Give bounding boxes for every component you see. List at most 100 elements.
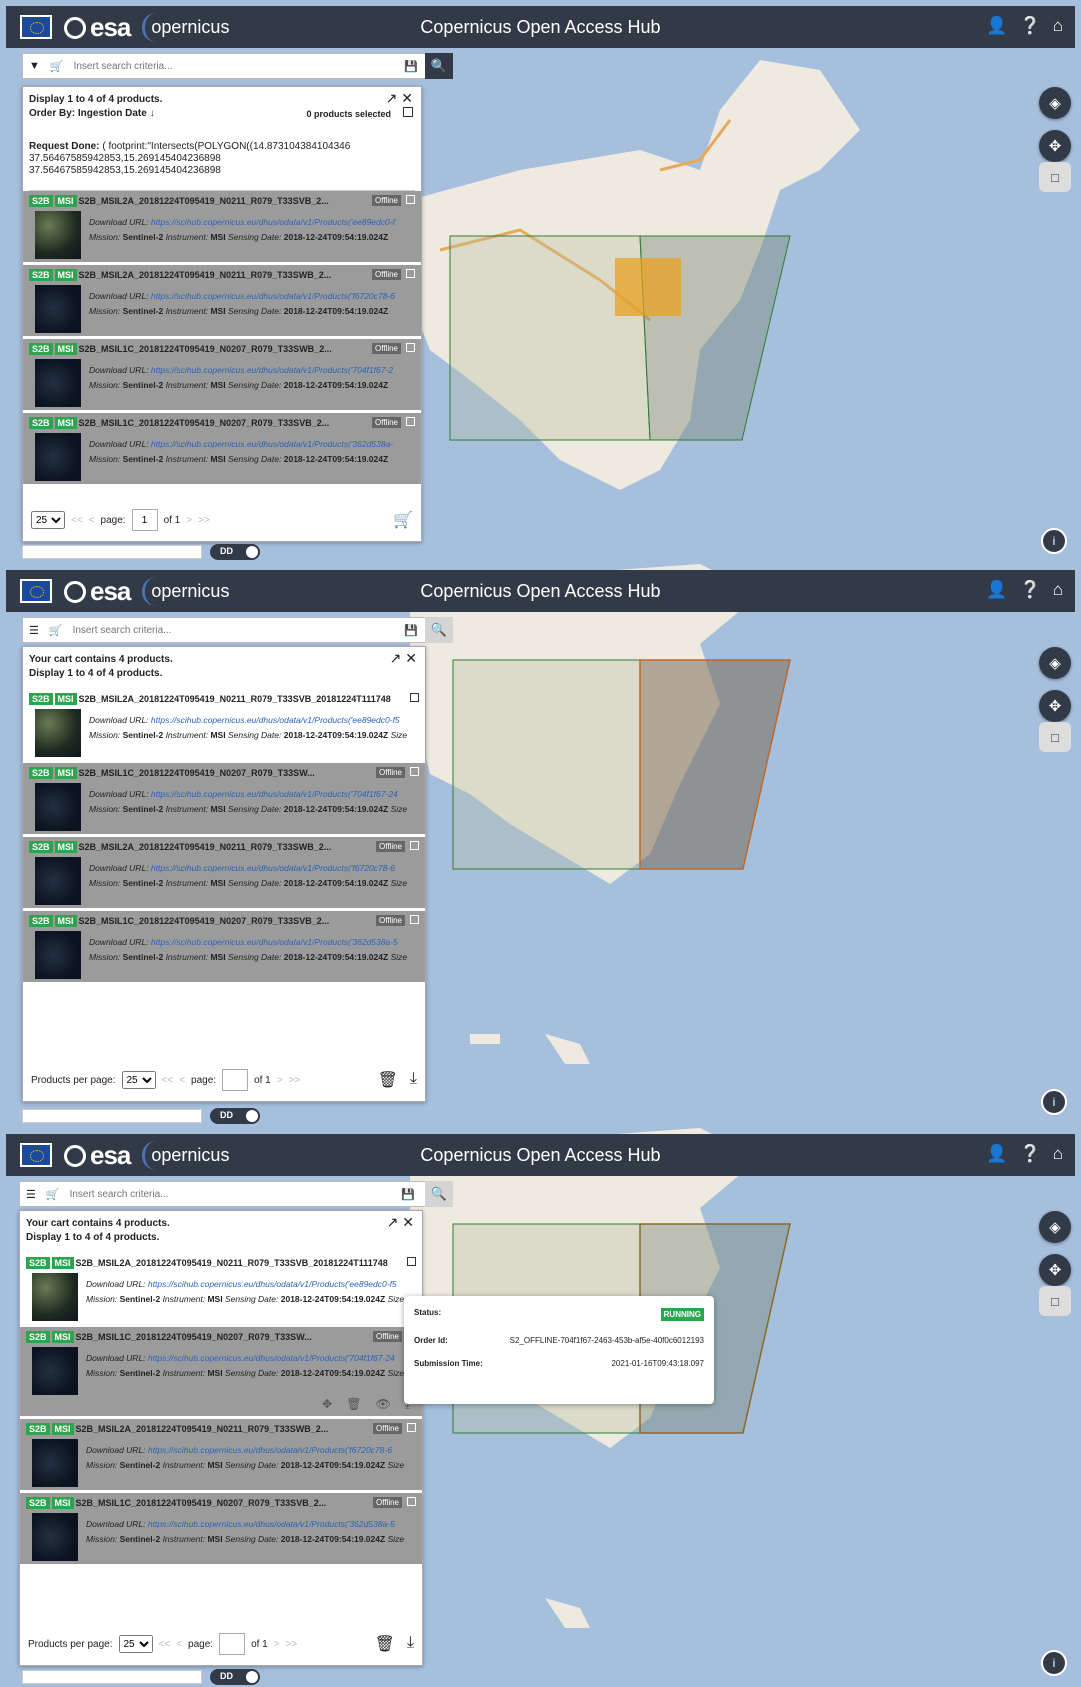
per-page-select[interactable]: 25 <box>118 1635 153 1653</box>
close-icon[interactable]: ✕ <box>402 1214 414 1230</box>
product-title[interactable]: S2B MSI S2B_MSIL2A_20181224T095419_N0211_R… <box>29 693 419 706</box>
search-button[interactable]: 🔍 <box>425 617 453 643</box>
cart-icon[interactable]: 🛒 <box>46 1188 60 1201</box>
layers-icon[interactable]: ◈ <box>1039 1211 1071 1243</box>
product-checkbox[interactable] <box>410 693 419 702</box>
save-icon[interactable]: 💾 <box>404 624 418 637</box>
product-thumbnail[interactable] <box>35 709 81 757</box>
product-title[interactable]: S2B MSI S2B_MSIL1C_20181224T095419_N0207_R… <box>26 1497 416 1510</box>
cart-icon[interactable]: 🛒 <box>50 60 64 73</box>
product-title[interactable]: S2B MSI S2B_MSIL2A_20181224T095419_N0211_R… <box>29 269 415 282</box>
move-icon[interactable]: ✥ <box>1039 130 1071 162</box>
per-page-select[interactable]: 25 <box>121 1071 156 1089</box>
search-button[interactable]: 🔍 <box>425 53 453 79</box>
trash-icon[interactable]: 🗑 <box>346 1397 361 1412</box>
product-title[interactable]: S2B MSI S2B_MSIL1C_20181224T095419_N0207_R… <box>29 915 419 928</box>
save-icon[interactable]: 💾 <box>401 1188 415 1201</box>
select-icon[interactable]: □ <box>1039 162 1071 192</box>
product-title[interactable]: S2B MSI S2B_MSIL1C_20181224T095419_N0207_R… <box>26 1331 416 1344</box>
product-thumbnail[interactable] <box>32 1273 78 1321</box>
product-item[interactable]: S2B MSI S2B_MSIL1C_20181224T095419_N0207_R… <box>23 413 421 487</box>
download-link[interactable]: https://scihub.copernicus.eu/dhus/odata/… <box>151 217 395 227</box>
product-thumbnail[interactable] <box>35 931 81 979</box>
help-icon[interactable]: ❔ <box>1020 1144 1041 1164</box>
user-icon[interactable]: 👤 <box>986 580 1007 600</box>
product-item[interactable]: S2B MSI S2B_MSIL2A_20181224T095419_N0211_R… <box>23 689 425 763</box>
per-page-select[interactable]: 25 <box>31 511 65 529</box>
download-link[interactable]: https://scihub.copernicus.eu/dhus/odata/… <box>151 789 398 799</box>
page-input[interactable] <box>131 509 158 531</box>
download-link[interactable]: https://scihub.copernicus.eu/dhus/odata/… <box>151 439 393 449</box>
prev-page[interactable]: < <box>89 515 95 526</box>
download-icon[interactable]: ⤓ <box>410 1070 417 1090</box>
product-item[interactable]: S2B MSI S2B_MSIL1C_20181224T095419_N0207_R… <box>20 1327 422 1419</box>
first-page[interactable]: << <box>162 1075 174 1086</box>
dd-input[interactable] <box>22 545 202 559</box>
product-checkbox[interactable] <box>407 1423 416 1432</box>
download-link[interactable]: https://scihub.copernicus.eu/dhus/odata/… <box>148 1519 395 1529</box>
product-item[interactable]: S2B MSI S2B_MSIL1C_20181224T095419_N0207_R… <box>23 763 425 837</box>
product-title[interactable]: S2B MSI S2B_MSIL1C_20181224T095419_N0207_R… <box>29 417 415 430</box>
search-input[interactable] <box>72 624 395 636</box>
help-icon[interactable]: ❔ <box>1020 580 1041 600</box>
user-icon[interactable]: 👤 <box>986 16 1007 36</box>
product-checkbox[interactable] <box>406 195 415 204</box>
prev-page[interactable]: < <box>179 1075 185 1086</box>
product-checkbox[interactable] <box>410 767 419 776</box>
menu-icon[interactable]: ☰ <box>29 624 39 637</box>
home-icon[interactable]: ⌂ <box>1053 16 1063 36</box>
download-link[interactable]: https://scihub.copernicus.eu/dhus/odata/… <box>151 863 395 873</box>
product-thumbnail[interactable] <box>35 285 81 333</box>
prev-page[interactable]: < <box>176 1639 182 1650</box>
product-thumbnail[interactable] <box>32 1347 78 1395</box>
product-checkbox[interactable] <box>407 1497 416 1506</box>
download-link[interactable]: https://scihub.copernicus.eu/dhus/odata/… <box>148 1445 392 1455</box>
zoom-to-icon[interactable]: ✥ <box>322 1397 332 1412</box>
download-link[interactable]: https://scihub.copernicus.eu/dhus/odata/… <box>151 715 400 725</box>
product-thumbnail[interactable] <box>35 433 81 481</box>
move-icon[interactable]: ✥ <box>1039 1254 1071 1286</box>
product-thumbnail[interactable] <box>32 1439 78 1487</box>
select-icon[interactable]: □ <box>1039 722 1071 752</box>
product-checkbox[interactable] <box>410 841 419 850</box>
last-page[interactable]: >> <box>289 1075 301 1086</box>
eye-icon[interactable]: 👁 <box>375 1397 390 1412</box>
download-link[interactable]: https://scihub.copernicus.eu/dhus/odata/… <box>151 365 393 375</box>
page-input[interactable] <box>219 1633 246 1655</box>
product-thumbnail[interactable] <box>35 783 81 831</box>
dd-toggle[interactable]: DD <box>210 544 260 560</box>
product-title[interactable]: S2B MSI S2B_MSIL1C_20181224T095419_N0207_R… <box>29 767 419 780</box>
next-page[interactable]: > <box>277 1075 283 1086</box>
product-title[interactable]: S2B MSI S2B_MSIL2A_20181224T095419_N0211_R… <box>29 841 419 854</box>
sort-desc-icon[interactable]: ↓ <box>150 108 155 119</box>
product-title[interactable]: S2B MSI S2B_MSIL2A_20181224T095419_N0211_R… <box>26 1257 416 1270</box>
dd-input[interactable] <box>22 1109 202 1123</box>
download-icon[interactable]: ⤓ <box>407 1634 414 1654</box>
user-icon[interactable]: 👤 <box>986 1144 1007 1164</box>
download-link[interactable]: https://scihub.copernicus.eu/dhus/odata/… <box>148 1353 395 1363</box>
add-to-cart-icon[interactable]: 🛒 <box>393 510 413 530</box>
help-icon[interactable]: ❔ <box>1020 16 1041 36</box>
info-icon[interactable]: i <box>1041 1650 1067 1676</box>
product-item[interactable]: S2B MSI S2B_MSIL2A_20181224T095419_N0211_R… <box>23 191 421 265</box>
product-title[interactable]: S2B MSI S2B_MSIL1C_20181224T095419_N0207_R… <box>29 343 415 356</box>
search-input[interactable] <box>73 60 395 72</box>
product-item[interactable]: S2B MSI S2B_MSIL1C_20181224T095419_N0207_R… <box>23 911 425 985</box>
next-page[interactable]: > <box>274 1639 280 1650</box>
dd-toggle[interactable]: DD <box>210 1669 260 1685</box>
order-by[interactable]: Order By: Ingestion Date <box>29 108 147 119</box>
home-icon[interactable]: ⌂ <box>1053 1144 1063 1164</box>
close-icon[interactable]: ✕ <box>405 650 417 666</box>
close-icon[interactable]: ✕ <box>401 90 413 106</box>
product-checkbox[interactable] <box>406 417 415 426</box>
trash-icon[interactable]: 🗑 <box>378 1070 398 1090</box>
download-link[interactable]: https://scihub.copernicus.eu/dhus/odata/… <box>151 937 398 947</box>
cart-icon[interactable]: 🛒 <box>49 624 63 637</box>
move-icon[interactable]: ✥ <box>1039 690 1071 722</box>
trash-icon[interactable]: 🗑 <box>375 1634 395 1654</box>
product-item[interactable]: S2B MSI S2B_MSIL2A_20181224T095419_N0211_R… <box>20 1253 422 1327</box>
download-link[interactable]: https://scihub.copernicus.eu/dhus/odata/… <box>151 291 395 301</box>
request-box[interactable]: Request Done: ( footprint:"Intersects(PO… <box>29 139 415 191</box>
product-checkbox[interactable] <box>410 915 419 924</box>
select-icon[interactable]: □ <box>1039 1286 1071 1316</box>
